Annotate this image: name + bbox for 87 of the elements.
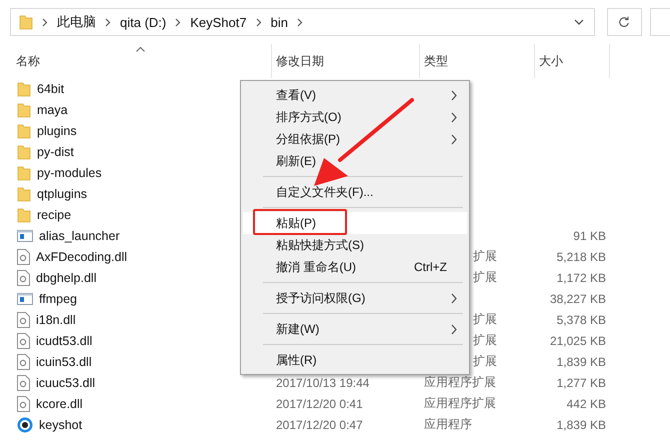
dll-file-icon (17, 332, 30, 348)
folder-icon (17, 144, 31, 160)
file-type: 应用程序 (424, 416, 472, 433)
chevron-icon (105, 18, 111, 26)
sort-caret-icon (136, 47, 144, 52)
menu-item[interactable]: 粘贴(P) (243, 212, 467, 234)
file-type: 扩展 (473, 311, 497, 328)
menu-item[interactable]: 自定义文件夹(F)... (243, 181, 467, 203)
dll-file-icon (17, 270, 30, 286)
refresh-button[interactable] (606, 8, 642, 36)
file-size: 91 KB (573, 228, 606, 242)
date-modified: 2017/12/20 0:47 (276, 418, 363, 432)
file-name[interactable]: i18n.dll (36, 312, 76, 326)
dll-file-icon (17, 312, 30, 328)
column-header[interactable]: 修改日期 (272, 44, 420, 78)
folder-icon (17, 164, 31, 180)
chevron-icon (42, 18, 48, 26)
folder-icon (19, 14, 33, 30)
file-name[interactable]: plugins (37, 124, 77, 138)
menu-item[interactable]: 排序方式(O) (243, 106, 467, 128)
chevron-icon (296, 18, 303, 26)
file-size: 38,227 KB (550, 292, 606, 306)
menu-item[interactable]: 分组依据(P) (243, 128, 467, 150)
file-size: 21,025 KB (550, 334, 606, 348)
file-type: 扩展 (473, 248, 497, 265)
breadcrumb[interactable]: 此电脑 (57, 13, 96, 31)
application-icon (17, 230, 33, 242)
breadcrumb[interactable]: KeyShot7 (190, 14, 247, 30)
file-name[interactable]: qtplugins (37, 186, 88, 200)
menu-item[interactable]: 新建(W) (243, 318, 467, 340)
menu-item[interactable]: 撤消 重命名(U) Ctrl+Z (243, 256, 467, 278)
dll-file-icon (17, 354, 30, 370)
file-name[interactable]: keyshot (39, 418, 82, 432)
folder-icon (17, 206, 31, 222)
file-name[interactable]: dbghelp.dll (36, 270, 96, 284)
breadcrumb[interactable]: bin (270, 14, 288, 30)
folder-icon (17, 80, 31, 96)
shortcut-label: Ctrl+Z (414, 260, 447, 274)
dropdown-icon[interactable] (574, 19, 584, 25)
file-size: 5,218 KB (556, 250, 606, 264)
folder-icon (17, 186, 31, 202)
file-name[interactable]: kcore.dll (36, 396, 83, 410)
date-modified: 2017/10/13 19:44 (276, 376, 370, 390)
file-name[interactable]: icuuc53.dll (36, 376, 96, 390)
column-header[interactable]: 名称 (0, 44, 272, 78)
chevron-icon (175, 18, 182, 26)
menu-item[interactable]: 粘贴快捷方式(S) (243, 234, 467, 256)
file-size: 1,277 KB (556, 376, 606, 390)
file-size: 1,839 KB (556, 418, 606, 432)
dll-file-icon (17, 248, 30, 264)
column-header[interactable]: 大小 (535, 44, 610, 78)
address-bar[interactable]: 此电脑 qita (D:) KeyShot7 bin (10, 8, 595, 36)
application-icon (17, 292, 33, 304)
dll-file-icon (17, 396, 30, 412)
file-type: 应用程序扩展 (424, 395, 496, 412)
menu-item[interactable]: 查看(V) (243, 84, 467, 106)
folder-icon (17, 122, 31, 138)
file-name[interactable]: py-modules (37, 166, 102, 180)
app-logo-icon (17, 416, 33, 432)
file-type: 扩展 (473, 269, 497, 286)
menu-item[interactable]: 授予访问权限(G) (243, 287, 467, 309)
file-name[interactable]: alias_launcher (39, 228, 120, 242)
dll-file-icon (17, 374, 30, 390)
file-name[interactable]: 64bit (37, 82, 64, 96)
file-size: 1,839 KB (556, 354, 606, 368)
file-type: 扩展 (473, 332, 497, 349)
breadcrumb[interactable]: qita (D:) (120, 14, 166, 30)
file-type: 扩展 (473, 353, 497, 370)
search-field[interactable] (650, 8, 670, 36)
refresh-icon (618, 16, 630, 28)
file-name[interactable]: recipe (37, 208, 72, 222)
chevron-icon (256, 18, 262, 26)
file-type: 应用程序扩展 (424, 374, 496, 391)
file-size: 1,172 KB (556, 270, 606, 284)
file-name[interactable]: ffmpeg (39, 292, 77, 306)
column-header[interactable]: 类型 (420, 44, 535, 78)
file-name[interactable]: maya (37, 102, 68, 116)
file-size: 5,378 KB (556, 312, 606, 326)
date-modified: 2017/12/20 0:41 (276, 396, 363, 410)
menu-item[interactable]: 刷新(E) (243, 150, 467, 172)
file-name[interactable]: py-dist (37, 144, 74, 158)
menu-item[interactable]: 属性(R) (243, 349, 467, 371)
file-name[interactable]: icuin53.dll (36, 354, 92, 368)
file-name[interactable]: icudt53.dll (36, 334, 92, 348)
file-name[interactable]: AxFDecoding.dll (36, 250, 128, 264)
file-size: 442 KB (566, 396, 606, 410)
folder-icon (17, 102, 31, 118)
